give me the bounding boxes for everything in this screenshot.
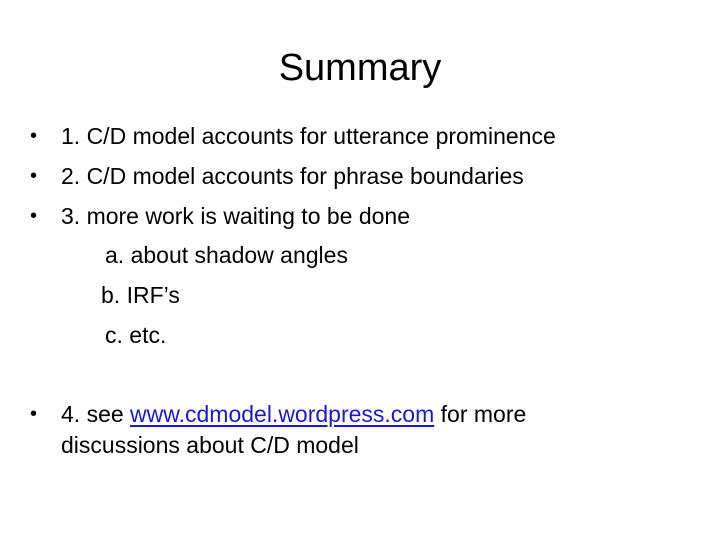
- bullet-item-4: 4. see www.cdmodel.wordpress.com for mor…: [61, 399, 526, 429]
- bullet-item-3: 3. more work is waiting to be done: [61, 203, 411, 229]
- bullet-item-4-suffix: for more: [434, 401, 527, 427]
- slide-title: Summary: [278, 47, 442, 89]
- bullet-item-4-prefix: 4. see: [61, 401, 131, 427]
- wordpress-link[interactable]: www.cdmodel.wordpress.com: [130, 401, 434, 427]
- sub-item-a: a. about shadow angles: [105, 242, 348, 268]
- bullet-marker: •: [30, 125, 38, 147]
- sub-item-c: c. etc.: [105, 322, 167, 348]
- bullet-marker: •: [30, 165, 38, 187]
- sub-item-b: b. IRF’s: [101, 282, 180, 308]
- bullet-marker: •: [30, 403, 38, 425]
- bullet-marker: •: [30, 205, 38, 227]
- slide: Summary • 1. C/D model accounts for utte…: [0, 0, 720, 540]
- bullet-item-1: 1. C/D model accounts for utterance prom…: [61, 123, 556, 149]
- bullet-item-4-continuation: discussions about C/D model: [61, 432, 359, 458]
- bullet-item-2: 2. C/D model accounts for phrase boundar…: [61, 163, 524, 189]
